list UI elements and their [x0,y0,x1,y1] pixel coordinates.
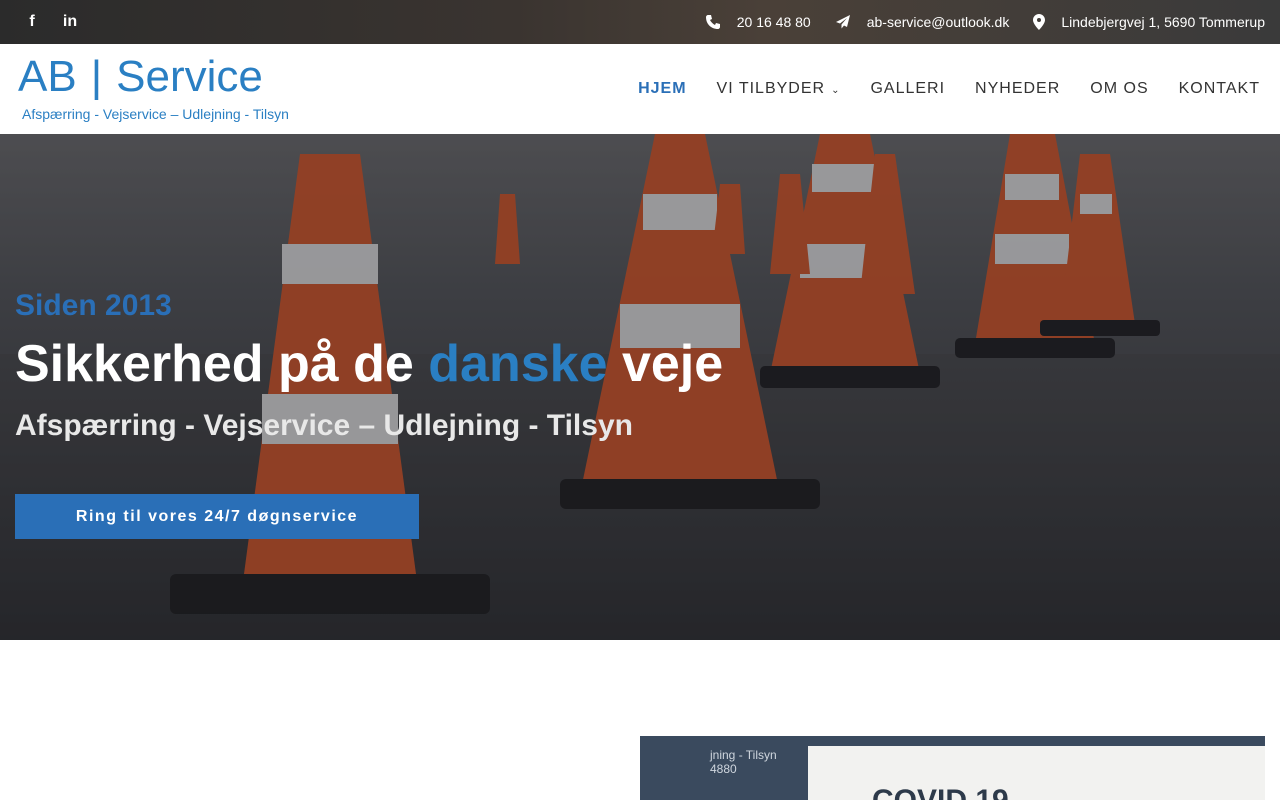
vehicle-tag-number: 4880 [710,762,737,776]
top-bar: f in 20 16 48 80 ab-service@outlook.dk L… [0,0,1280,44]
main-nav: HJEM VI TILBYDER ⌄ GALLERI NYHEDER OM OS … [638,44,1260,134]
call-service-button[interactable]: Ring til vores 24/7 døgnservice [15,494,419,539]
address-item: Lindebjergvej 1, 5690 Tommerup [1033,14,1265,30]
logo-wordmark: AB | Service [18,52,292,102]
address-text: Lindebjergvej 1, 5690 Tommerup [1061,14,1265,30]
hero-banner: Siden 2013 Sikkerhed på de danske veje A… [0,134,1280,640]
email-item[interactable]: ab-service@outlook.dk [835,14,1010,30]
logo-tagline: Afspærring - Vejservice – Udlejning - Ti… [22,106,289,122]
hero-subline: Afspærring - Vejservice – Udlejning - Ti… [15,409,633,442]
nav-label: KONTAKT [1178,80,1260,97]
nav-label: HJEM [638,80,687,97]
logo[interactable]: AB | Service Afspærring - Vejservice – Udl… [18,52,292,128]
nav-item-galleri[interactable]: GALLERI [870,80,945,98]
phone-number[interactable]: 20 16 48 80 [737,14,811,30]
covid-sign-image: jning - Tilsyn4880 COVID 19 [640,736,1265,800]
covid-sign: COVID 19 [808,746,1265,800]
covid-sign-text: COVID 19 [872,784,1009,800]
social-links: f in [22,12,80,32]
vehicle-tag-line: jning - Tilsyn [710,748,777,762]
hero-headline: Sikkerhed på de danske veje [15,332,723,396]
contact-info: 20 16 48 80 ab-service@outlook.dk Lindeb… [705,0,1265,44]
chevron-down-icon: ⌄ [831,85,841,96]
nav-label: GALLERI [870,80,946,97]
nav-item-hjem[interactable]: HJEM [638,80,686,98]
logo-right: Service [116,52,263,101]
phone-item[interactable]: 20 16 48 80 [705,14,811,30]
vehicle-tag-text: jning - Tilsyn 4880 [710,748,777,776]
headline-accent: danske [428,335,608,393]
email-address[interactable]: ab-service@outlook.dk [867,14,1010,30]
hero-text: Siden 2013 Sikkerhed på de danske veje A… [15,284,723,448]
logo-left: AB [18,52,77,101]
headline-part-1: Sikkerhed på de [15,335,429,393]
nav-item-vi-tilbyder[interactable]: VI TILBYDER ⌄ [717,80,841,98]
logo-divider: | [90,52,103,101]
map-pin-icon [1033,14,1046,30]
nav-item-nyheder[interactable]: NYHEDER [975,80,1060,98]
nav-label: NYHEDER [975,80,1061,97]
nav-item-om-os[interactable]: OM OS [1090,80,1148,98]
phone-icon [705,14,721,30]
nav-item-kontakt[interactable]: KONTAKT [1179,80,1260,98]
facebook-icon[interactable]: f [22,12,42,32]
paper-plane-icon [835,14,851,30]
linkedin-icon[interactable]: in [60,12,80,32]
nav-label: OM OS [1090,80,1149,97]
headline-part-2: veje [607,335,724,393]
nav-label: VI TILBYDER [716,80,826,97]
site-header: AB | Service Afspærring - Vejservice – Udl… [0,44,1280,134]
since-label: Siden 2013 [15,289,172,322]
